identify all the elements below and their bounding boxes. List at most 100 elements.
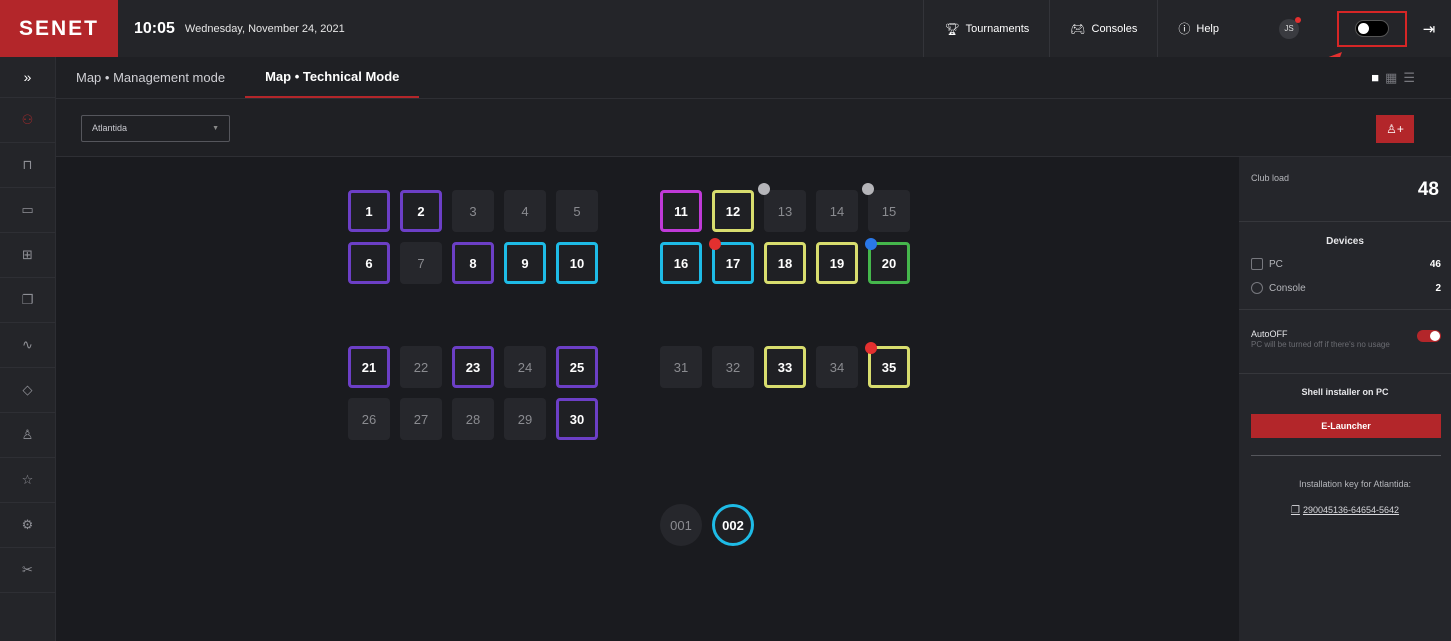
pc-station[interactable]: 31 (660, 346, 702, 388)
pc-station[interactable]: 1 (348, 190, 390, 232)
small-grid-view-icon[interactable]: ▦ (1385, 70, 1397, 86)
pc-station[interactable]: 32 (712, 346, 754, 388)
pc-station[interactable]: 20 (865, 238, 910, 284)
station-number: 7 (417, 255, 425, 271)
station-number: 002 (722, 517, 744, 533)
pc-station[interactable]: 27 (400, 398, 442, 440)
pc-station[interactable]: 8 (452, 242, 494, 284)
pc-checkbox[interactable] (1251, 258, 1263, 270)
e-launcher-button[interactable]: E-Launcher (1251, 414, 1441, 438)
sidebar-map-icon[interactable]: ⚇ (0, 98, 55, 143)
station-number: 23 (465, 359, 481, 375)
theme-toggle[interactable] (1355, 20, 1389, 37)
pc-station[interactable]: 34 (816, 346, 858, 388)
pc-station[interactable]: 13 (758, 183, 806, 232)
station-number: 6 (365, 255, 373, 271)
status-indicator (865, 342, 877, 354)
nav-tournaments[interactable]: 🏆︎ Tournaments (923, 0, 1049, 57)
station-number: 33 (777, 359, 793, 375)
logo: SENET (0, 0, 118, 57)
large-grid-view-icon[interactable]: ■ (1371, 70, 1379, 85)
station-number: 17 (725, 255, 741, 271)
pc-station[interactable]: 7 (400, 242, 442, 284)
station-number: 24 (517, 359, 533, 375)
tabs-bar: Map • Management mode Map • Technical Mo… (56, 57, 1451, 99)
chevron-down-icon: ▼ (212, 125, 219, 132)
sidebar-stats-icon[interactable]: ∿ (0, 323, 55, 368)
device-filter-pc[interactable]: PC 46 (1251, 258, 1441, 270)
add-user-icon: ♙+ (1386, 122, 1404, 136)
top-bar: SENET 10:05 Wednesday, November 24, 2021… (0, 0, 1451, 57)
pc-station[interactable]: 24 (504, 346, 546, 388)
pc-station[interactable]: 29 (504, 398, 546, 440)
pc-station[interactable]: 2 (400, 190, 442, 232)
logout-icon[interactable]: ⇥ (1407, 20, 1451, 38)
pc-station[interactable]: 12 (712, 190, 754, 232)
pc-station[interactable]: 26 (348, 398, 390, 440)
sidebar-settings-icon[interactable]: ⚙ (0, 503, 55, 548)
toggle-knob (1358, 23, 1369, 34)
autooff-toggle[interactable] (1417, 330, 1441, 342)
pc-station[interactable]: 17 (709, 238, 754, 284)
copy-icon[interactable]: ❐ (1291, 505, 1300, 516)
station-number: 20 (881, 255, 897, 271)
console-station[interactable]: 002 (712, 504, 754, 546)
station-number: 25 (569, 359, 585, 375)
station-number: 12 (725, 203, 741, 219)
sidebar-layers-icon[interactable]: ❐ (0, 278, 55, 323)
pc-station[interactable]: 33 (764, 346, 806, 388)
console-station[interactable]: 001 (660, 504, 702, 546)
pc-station[interactable]: 11 (660, 190, 702, 232)
sidebar-sofa-icon[interactable]: ⊓ (0, 143, 55, 188)
pc-station[interactable]: 22 (400, 346, 442, 388)
club-select[interactable]: Atlantida ▼ (81, 115, 230, 142)
pc-station[interactable]: 10 (556, 242, 598, 284)
shell-installer-section: Shell installer on PC E-Launcher (1239, 374, 1451, 460)
station-map: 1 2 3 4 5 6 7 8 9 10 11 12 13 14 15 16 17 18 19 20 21 22 23 24 2… (56, 157, 1239, 641)
installation-key-label: Installation key for Atlantida: (1298, 479, 1412, 489)
station-number: 26 (361, 411, 377, 427)
nav-help[interactable]: ⓘ Help (1157, 0, 1239, 57)
device-filter-console[interactable]: Console 2 (1251, 282, 1441, 294)
club-load: Club load 48 (1239, 157, 1451, 222)
sidebar-tools-icon[interactable]: ✂ (0, 548, 55, 593)
pc-station[interactable]: 6 (348, 242, 390, 284)
pc-station[interactable]: 14 (816, 190, 858, 232)
sidebar-star-icon[interactable]: ☆ (0, 458, 55, 503)
sidebar-users-icon[interactable]: ♙ (0, 413, 55, 458)
expand-sidebar-icon[interactable]: » (0, 57, 55, 98)
station-number: 3 (469, 203, 477, 219)
pc-station[interactable]: 3 (452, 190, 494, 232)
console-radio[interactable] (1251, 282, 1263, 294)
sidebar-devices-icon[interactable]: ▭ (0, 188, 55, 233)
station-number: 27 (413, 411, 429, 427)
pc-station[interactable]: 5 (556, 190, 598, 232)
tab-management-mode[interactable]: Map • Management mode (56, 57, 245, 98)
pc-station[interactable]: 15 (862, 183, 910, 232)
pc-station[interactable]: 4 (504, 190, 546, 232)
sidebar-shop-icon[interactable]: ⊞ (0, 233, 55, 278)
pc-station[interactable]: 25 (556, 346, 598, 388)
sidebar-tag-icon[interactable]: ◇ (0, 368, 55, 413)
station-number: 16 (673, 255, 689, 271)
avatar[interactable]: JS (1279, 16, 1301, 39)
pc-station[interactable]: 19 (816, 242, 858, 284)
pc-station[interactable]: 21 (348, 346, 390, 388)
station-number: 29 (517, 411, 533, 427)
pc-station[interactable]: 23 (452, 346, 494, 388)
nav-consoles[interactable]: 🎮︎ Consoles (1049, 0, 1157, 57)
pc-station[interactable]: 18 (764, 242, 806, 284)
list-view-icon[interactable]: ☰ (1403, 70, 1415, 86)
pc-station[interactable]: 9 (504, 242, 546, 284)
station-number: 21 (361, 359, 377, 375)
pc-station[interactable]: 35 (865, 342, 910, 388)
pc-station[interactable]: 16 (660, 242, 702, 284)
installation-key[interactable]: ❐ 290045136-64654-5642 (1239, 505, 1451, 516)
station-number: 4 (521, 203, 529, 219)
pc-station[interactable]: 28 (452, 398, 494, 440)
add-user-button[interactable]: ♙+ (1376, 115, 1414, 143)
pc-station[interactable]: 30 (556, 398, 598, 440)
status-indicator (862, 183, 874, 195)
tab-technical-mode[interactable]: Map • Technical Mode (245, 57, 420, 98)
station-number: 15 (881, 203, 897, 219)
